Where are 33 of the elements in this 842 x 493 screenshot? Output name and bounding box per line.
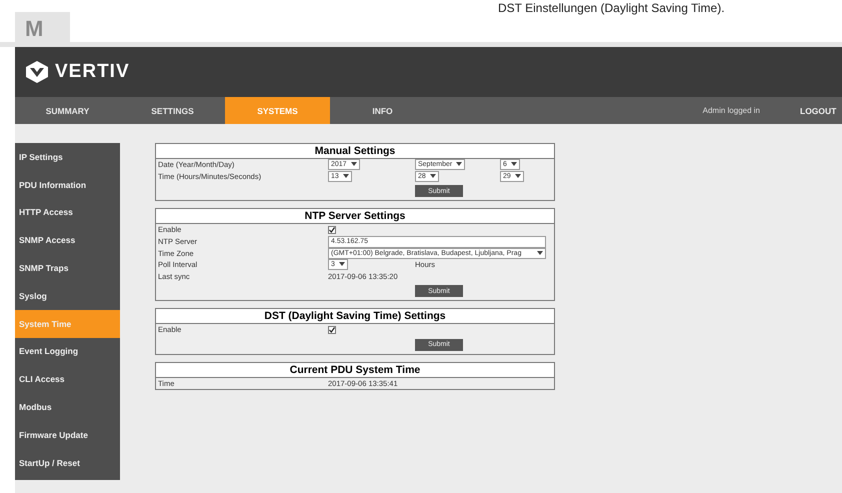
sidebar-item[interactable]: IP Settings bbox=[15, 143, 120, 171]
sidebar-item[interactable]: SNMP Traps bbox=[15, 254, 120, 282]
logo-icon bbox=[25, 61, 49, 83]
sidebar-item[interactable]: CLI Access bbox=[15, 365, 120, 394]
sidebar-item[interactable]: Syslog bbox=[15, 282, 120, 310]
nav-tab[interactable]: SETTINGS bbox=[120, 97, 225, 124]
sidebar-item[interactable]: Modbus bbox=[15, 393, 120, 421]
nav-tab[interactable]: INFO bbox=[330, 97, 435, 124]
caption-text: DST Einstellungen (Daylight Saving Time). bbox=[498, 1, 725, 15]
sidebar-item[interactable]: HTTP Access bbox=[15, 198, 120, 226]
caret-icon bbox=[350, 162, 357, 166]
caret-icon bbox=[338, 262, 345, 266]
sidebar-item[interactable]: Event Logging bbox=[15, 338, 120, 366]
panel-title: DST (Daylight Saving Time) Settings bbox=[156, 309, 554, 324]
caret-icon bbox=[430, 174, 436, 178]
logo-text: VERTIV bbox=[55, 61, 130, 83]
caret-icon bbox=[456, 162, 462, 166]
caret-icon bbox=[537, 250, 543, 255]
nav-tab[interactable]: SUMMARY bbox=[15, 97, 120, 124]
panel-title: Current PDU System Time bbox=[156, 362, 554, 378]
panel-title: NTP Server Settings bbox=[156, 209, 554, 224]
panel-title: Manual Settings bbox=[156, 144, 554, 159]
logout-link[interactable]: LOGOUT bbox=[800, 97, 842, 124]
caret-icon bbox=[510, 162, 517, 166]
sidebar-item[interactable]: Firmware Update bbox=[15, 420, 120, 449]
user-status: Admin logged in bbox=[702, 105, 760, 117]
sidebar-item[interactable]: SNMP Access bbox=[15, 226, 120, 254]
sidebar-item[interactable]: StartUp / Reset bbox=[15, 448, 120, 477]
checkbox[interactable] bbox=[328, 326, 336, 334]
caret-icon bbox=[514, 174, 521, 178]
sidebar-item[interactable]: PDU Information bbox=[15, 170, 120, 199]
checkbox[interactable] bbox=[328, 226, 336, 234]
caret-icon bbox=[342, 174, 349, 178]
